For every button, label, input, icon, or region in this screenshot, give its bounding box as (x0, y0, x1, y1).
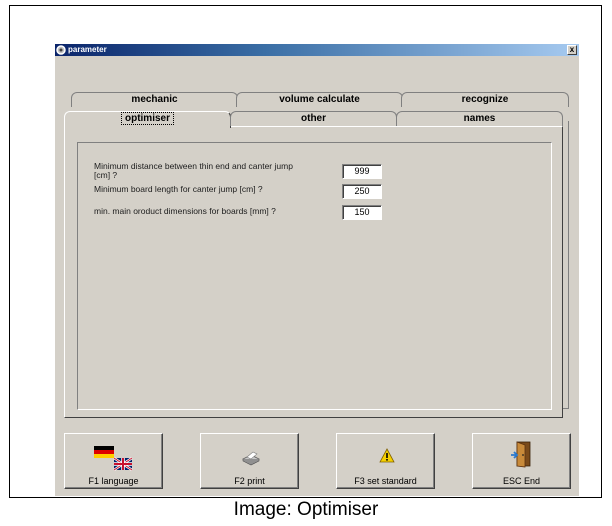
min-board-length-input[interactable]: 250 (342, 184, 382, 199)
field-label-min-product-dimensions: min. main oroduct dimensions for boards … (94, 206, 276, 216)
close-button[interactable]: x (567, 45, 577, 55)
set-standard-button[interactable]: F3 set standard (336, 433, 435, 489)
min-product-dimensions-input[interactable]: 150 (342, 205, 382, 220)
button-label: F2 print (234, 476, 265, 486)
field-label-min-board-length: Minimum board length for canter jump [cm… (94, 184, 263, 194)
tab-recognize[interactable]: recognize (401, 92, 569, 107)
warning-icon (379, 448, 395, 463)
tab-label: other (301, 113, 326, 124)
tab-label: volume calculate (279, 94, 360, 105)
window-title: parameter (68, 45, 107, 54)
app-icon (56, 45, 66, 55)
tab-label: recognize (461, 94, 509, 105)
tab-label: names (463, 113, 496, 124)
print-button[interactable]: F2 print (200, 433, 299, 489)
tab-other[interactable]: other (230, 111, 397, 126)
button-label: ESC End (502, 476, 541, 486)
field-label-min-distance: Minimum distance between thin end and ca… (94, 162, 293, 180)
label-line: Minimum distance between thin end and ca… (94, 161, 293, 171)
printer-icon (242, 451, 260, 466)
tab-label: mechanic (131, 94, 178, 105)
label-line: [cm] ? (94, 170, 118, 180)
tab-names[interactable]: names (396, 111, 563, 126)
tab-mechanic[interactable]: mechanic (71, 92, 238, 107)
tab-label: optimiser (120, 112, 174, 125)
language-button[interactable]: F1 language (64, 433, 163, 489)
end-button[interactable]: ESC End (472, 433, 571, 489)
settings-group (77, 142, 552, 410)
figure-caption: Image: Optimiser (233, 499, 379, 520)
button-label: F1 language (88, 476, 139, 486)
tab-volume-calculate[interactable]: volume calculate (236, 92, 403, 107)
button-label: F3 set standard (354, 476, 417, 486)
min-distance-input[interactable]: 999 (342, 164, 382, 179)
tab-optimiser[interactable]: optimiser (64, 111, 231, 128)
exit-door-icon (511, 441, 531, 468)
title-bar: parameter x (55, 44, 579, 56)
flags-icon (94, 446, 133, 472)
